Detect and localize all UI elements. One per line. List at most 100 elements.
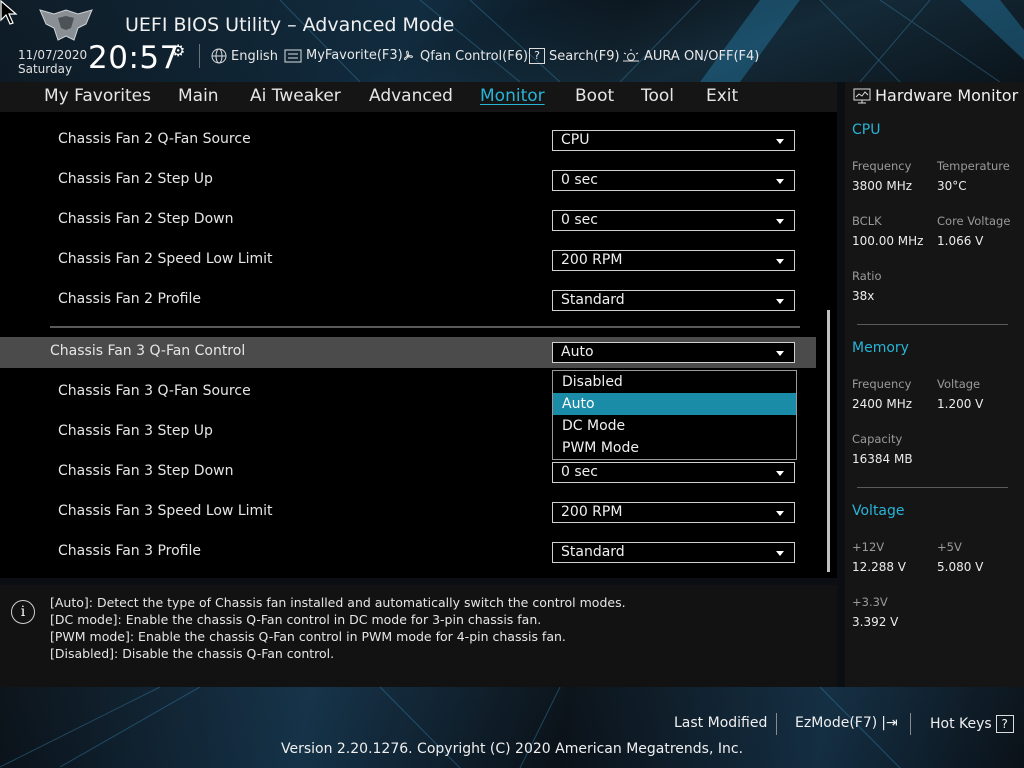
chevron-down-icon — [776, 551, 784, 556]
dropdown-option-selected[interactable]: Auto — [553, 393, 796, 415]
ezmode-button[interactable]: EzMode(F7) |⇥ — [795, 715, 898, 731]
setting-value: 0 sec — [561, 172, 598, 188]
header-bar: UEFI BIOS Utility – Advanced Mode 11/07/… — [0, 0, 1024, 82]
chevron-down-icon — [776, 219, 784, 224]
v5-value: 5.080 V — [937, 560, 984, 574]
core-voltage-value: 1.066 V — [937, 234, 984, 248]
setting-value: 200 RPM — [561, 252, 623, 268]
tab-my-favorites[interactable]: My Favorites — [44, 86, 151, 106]
tab-monitor[interactable]: Monitor — [480, 86, 545, 106]
clock-time[interactable]: 20:57 — [88, 40, 180, 76]
language-button[interactable]: English — [211, 48, 278, 64]
tab-exit[interactable]: Exit — [706, 86, 738, 106]
dropdown-list: Disabled Auto DC Mode PWM Mode — [552, 370, 797, 460]
setting-label: Chassis Fan 2 Step Up — [58, 171, 213, 187]
app-title: UEFI BIOS Utility – Advanced Mode — [125, 14, 455, 36]
dropdown-option[interactable]: Disabled — [553, 371, 796, 393]
search-button[interactable]: ? Search(F9) — [529, 48, 620, 64]
search-label: Search(F9) — [549, 48, 620, 64]
setting-dropdown[interactable]: Standard — [552, 290, 795, 311]
hardware-monitor-title: Hardware Monitor — [853, 86, 1018, 105]
help-text-line: [DC mode]: Enable the chassis Q-Fan cont… — [50, 612, 542, 627]
help-text-line: [PWM mode]: Enable the chassis Q-Fan con… — [50, 629, 566, 644]
help-panel: i [Auto]: Detect the type of Chassis fan… — [0, 585, 837, 687]
setting-dropdown[interactable]: 0 sec — [552, 462, 795, 483]
dropdown-option[interactable]: PWM Mode — [553, 437, 796, 459]
bclk-label: BCLK — [852, 214, 882, 228]
aura-label: AURA ON/OFF(F4) — [644, 48, 760, 64]
tab-boot[interactable]: Boot — [575, 86, 614, 106]
setting-label: Chassis Fan 2 Q-Fan Source — [58, 131, 251, 147]
ezmode-label: EzMode(F7) — [795, 715, 878, 731]
bclk-value: 100.00 MHz — [852, 234, 924, 248]
cpu-frequency-value: 3800 MHz — [852, 179, 913, 193]
memory-frequency-value: 2400 MHz — [852, 397, 913, 411]
memory-frequency-label: Frequency — [852, 377, 912, 391]
header-divider — [199, 44, 200, 68]
chevron-down-icon — [776, 179, 784, 184]
aura-button[interactable]: AURA ON/OFF(F4) — [622, 48, 759, 64]
myfavorite-label: MyFavorite(F3) — [306, 48, 403, 63]
language-label: English — [231, 48, 278, 64]
myfavorite-button[interactable]: MyFavorite(F3) — [284, 48, 403, 63]
tab-main[interactable]: Main — [178, 86, 219, 106]
favorite-list-icon — [284, 49, 302, 62]
qfan-label: Qfan Control(F6) — [420, 48, 529, 64]
setting-value: Standard — [561, 292, 625, 308]
info-icon: i — [11, 600, 35, 624]
tab-ai-tweaker[interactable]: Ai Tweaker — [250, 86, 341, 106]
setting-dropdown[interactable]: 0 sec — [552, 170, 795, 191]
hardware-monitor-label: Hardware Monitor — [875, 86, 1019, 105]
scrollbar[interactable] — [827, 310, 830, 572]
v12-value: 12.288 V — [852, 560, 907, 574]
setting-value: CPU — [561, 132, 590, 148]
v5-label: +5V — [937, 540, 962, 554]
setting-dropdown[interactable]: 200 RPM — [552, 250, 795, 271]
help-text-line: [Disabled]: Disable the chassis Q-Fan co… — [50, 646, 335, 661]
capacity-value: 16384 MB — [852, 452, 913, 466]
core-voltage-label: Core Voltage — [937, 214, 1011, 228]
setting-dropdown[interactable]: 200 RPM — [552, 502, 795, 523]
mouse-cursor-icon — [0, 0, 18, 25]
v33-label: +3.3V — [852, 595, 888, 609]
cpu-heading: CPU — [852, 122, 881, 138]
section-divider — [857, 487, 1008, 488]
setting-label: Chassis Fan 3 Step Up — [58, 423, 213, 439]
setting-label: Chassis Fan 3 Profile — [58, 543, 202, 559]
setting-label: Chassis Fan 2 Speed Low Limit — [58, 251, 273, 267]
ratio-label: Ratio — [852, 269, 882, 283]
exit-arrow-icon: |⇥ — [881, 715, 898, 731]
last-modified-button[interactable]: Last Modified — [674, 715, 767, 731]
setting-label: Chassis Fan 2 Step Down — [58, 211, 234, 227]
setting-label: Chassis Fan 3 Q-Fan Source — [58, 383, 251, 399]
copyright-text: Version 2.20.1276. Copyright (C) 2020 Am… — [280, 741, 744, 757]
setting-dropdown[interactable]: 0 sec — [552, 210, 795, 231]
setting-value: 0 sec — [561, 464, 598, 480]
qfan-control-button[interactable]: Qfan Control(F6) — [400, 48, 528, 64]
chevron-down-icon — [776, 511, 784, 516]
qfan-control-dropdown[interactable]: Auto — [552, 342, 795, 363]
setting-dropdown[interactable]: CPU — [552, 130, 795, 151]
cpu-temperature-label: Temperature — [937, 159, 1010, 173]
setting-value: Standard — [561, 544, 625, 560]
aura-light-icon — [623, 49, 639, 62]
voltage-heading: Voltage — [852, 503, 905, 519]
setting-label: Chassis Fan 3 Q-Fan Control — [50, 343, 246, 359]
hot-keys-label: Hot Keys — [930, 716, 992, 732]
section-divider — [857, 324, 1008, 325]
fan-icon — [403, 50, 413, 60]
tab-tool[interactable]: Tool — [641, 86, 674, 106]
memory-voltage-value: 1.200 V — [937, 397, 984, 411]
tab-advanced[interactable]: Advanced — [369, 86, 453, 106]
dropdown-option[interactable]: DC Mode — [553, 415, 796, 437]
chevron-down-icon — [776, 299, 784, 304]
hot-keys-button[interactable]: Hot Keys ? — [930, 715, 1014, 733]
setting-label: Chassis Fan 3 Speed Low Limit — [58, 503, 273, 519]
cpu-temperature-value: 30°C — [937, 179, 967, 193]
settings-panel: Chassis Fan 2 Q-Fan Source CPU Chassis F… — [0, 112, 837, 578]
gear-icon[interactable]: ⚙ — [171, 41, 185, 60]
day-text: Saturday — [18, 62, 73, 76]
setting-value: Auto — [561, 344, 594, 360]
setting-label: Chassis Fan 3 Step Down — [58, 463, 234, 479]
setting-dropdown[interactable]: Standard — [552, 542, 795, 563]
